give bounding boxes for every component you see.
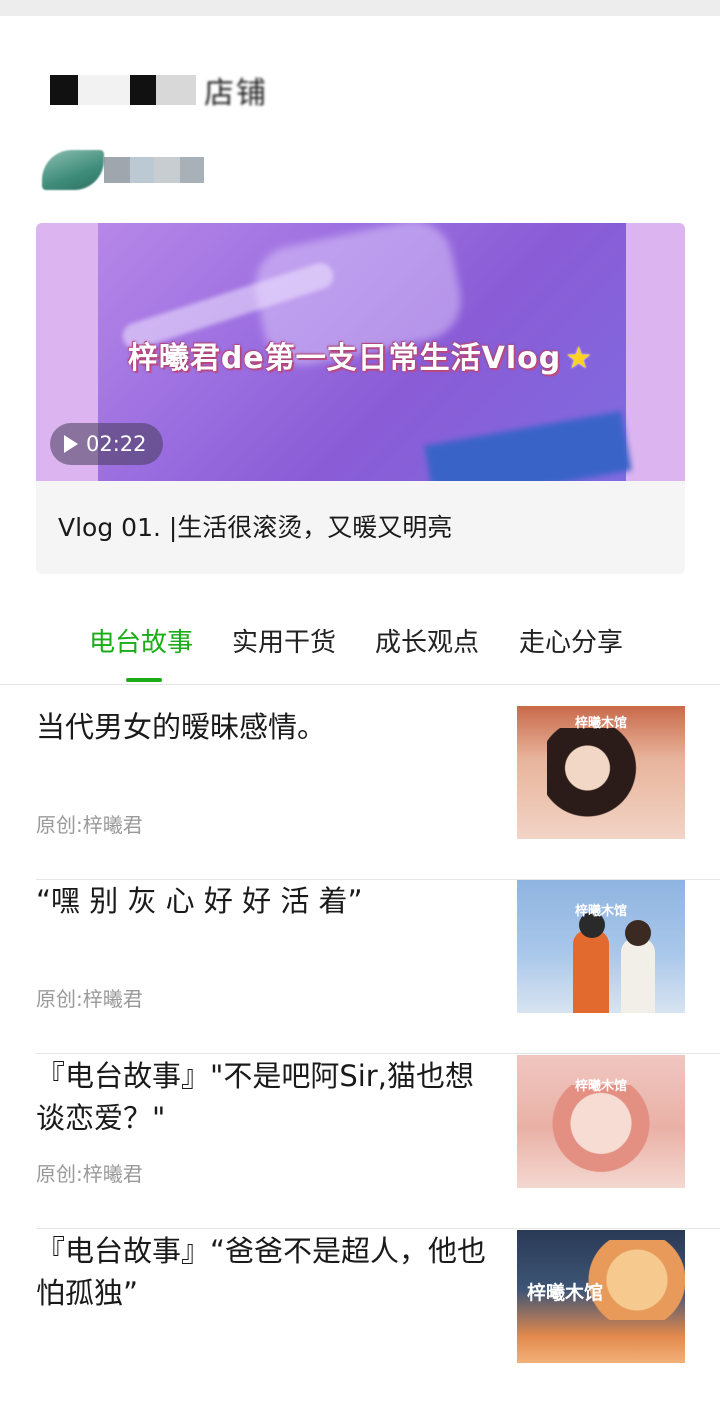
tab-practical-tips[interactable]: 实用干货 [232, 622, 336, 659]
article-thumbnail[interactable]: 梓曦木馆 [517, 1230, 685, 1363]
article-meta: 原创:梓曦君 [36, 1162, 143, 1186]
list-item[interactable]: 『电台故事』"不是吧阿Sir,猫也想谈恋爱？" 原创:梓曦君 梓曦木馆 [36, 1055, 720, 1229]
tab-radio-stories[interactable]: 电台故事 [89, 622, 193, 659]
tab-growth-views[interactable]: 成长观点 [375, 622, 479, 659]
redacted-block [130, 157, 154, 183]
active-tab-indicator [126, 678, 162, 682]
thumbnail-figure [573, 930, 609, 1013]
list-item[interactable]: 当代男女的暧昧感情。 原创:梓曦君 梓曦木馆 [36, 706, 720, 880]
thumbnail-figure [551, 1085, 651, 1181]
video-duration: 02:22 [86, 432, 147, 456]
redacted-block [156, 75, 196, 105]
redacted-block [180, 157, 204, 183]
article-thumbnail[interactable]: 梓曦木馆 [517, 706, 685, 839]
redacted-block [130, 75, 156, 105]
article-thumbnail[interactable]: 梓曦木馆 [517, 880, 685, 1013]
video-overlay-caption: 梓曦君de第一支日常生活Vlog ★ [36, 333, 685, 377]
account-subtitle [42, 148, 204, 192]
star-icon: ★ [565, 341, 594, 376]
thumbnail-brand: 梓曦木馆 [574, 1079, 627, 1094]
video-overlay-caption-text: 梓曦君de第一支日常生活Vlog [127, 341, 562, 376]
status-bar-strip [0, 0, 720, 16]
thumbnail-brand: 梓曦木馆 [574, 904, 627, 919]
thumbnail-figure [547, 728, 637, 828]
category-tabs: 电台故事 实用干货 成长观点 走心分享 [0, 610, 720, 685]
video-frame-detail [424, 411, 632, 481]
article-meta: 原创:梓曦君 [36, 987, 143, 1011]
redacted-block [78, 75, 130, 105]
account-title: 店铺 [50, 70, 268, 111]
article-meta: 原创:梓曦君 [36, 813, 143, 837]
list-item[interactable]: “嘿 别 灰 心 好 好 活 着” 原创:梓曦君 梓曦木馆 [36, 880, 720, 1054]
redacted-block [104, 157, 130, 183]
video-thumbnail[interactable]: 梓曦君de第一支日常生活Vlog ★ 02:22 [36, 223, 685, 481]
article-title[interactable]: 『电台故事』"不是吧阿Sir,猫也想谈恋爱？" [36, 1055, 496, 1139]
thumbnail-figure [621, 938, 655, 1013]
thumbnail-figure [625, 920, 651, 946]
thumbnail-brand: 梓曦木馆 [527, 1282, 604, 1304]
account-logo-icon [42, 150, 104, 190]
redacted-block [154, 157, 180, 183]
redacted-block [50, 75, 78, 105]
article-title[interactable]: 『电台故事』“爸爸不是超人，他也怕孤独” [36, 1230, 496, 1314]
article-title[interactable]: “嘿 别 灰 心 好 好 活 着” [36, 880, 496, 922]
divider [36, 1228, 720, 1229]
thumbnail-brand: 梓曦木馆 [574, 716, 627, 731]
featured-video-card[interactable]: 梓曦君de第一支日常生活Vlog ★ 02:22 Vlog 01. |生活很滚烫，… [36, 223, 685, 574]
video-duration-badge: 02:22 [50, 423, 163, 465]
tab-heartfelt-sharing[interactable]: 走心分享 [519, 622, 623, 659]
article-title[interactable]: 当代男女的暧昧感情。 [36, 706, 496, 748]
play-icon [64, 435, 78, 453]
article-thumbnail[interactable]: 梓曦木馆 [517, 1055, 685, 1188]
account-title-fragment: 店铺 [204, 76, 268, 111]
video-title[interactable]: Vlog 01. |生活很滚烫，又暖又明亮 [58, 508, 452, 544]
divider [36, 1053, 720, 1054]
list-item[interactable]: 『电台故事』“爸爸不是超人，他也怕孤独” 梓曦木馆 [36, 1230, 720, 1404]
